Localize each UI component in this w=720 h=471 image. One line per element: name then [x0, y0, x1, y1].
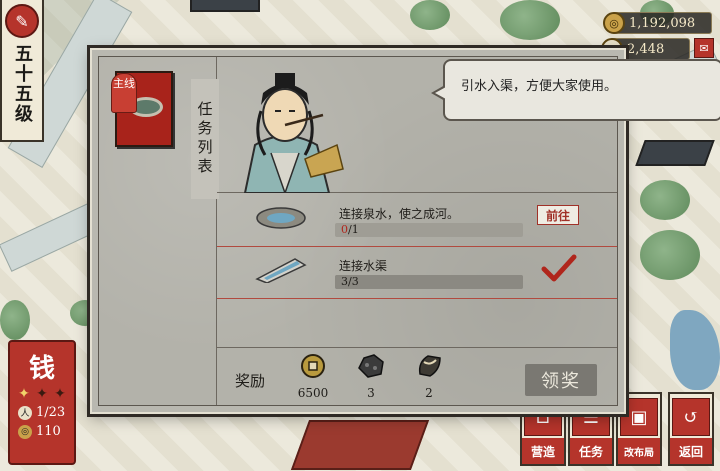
gold-row: ◎ 110: [10, 424, 74, 439]
main-quest-tag: 主线: [111, 73, 137, 113]
back-label: 返回: [670, 438, 712, 464]
claim-reward-button[interactable]: 领奖: [525, 364, 597, 396]
coin-icon: ◎: [603, 12, 625, 34]
task-name: 连接泉水，使之成河。: [339, 207, 460, 221]
leaf-bundle-icon: [418, 355, 441, 377]
reward-item: 3: [351, 352, 391, 400]
reward-item: 6500: [293, 352, 333, 400]
rewards-section: 奖励 6500 3 2 领奖: [217, 347, 617, 409]
star-icon: ✦: [36, 386, 48, 402]
coin-icon: [301, 354, 325, 378]
go-button[interactable]: 前往: [537, 205, 579, 225]
task-name: 连接水渠: [339, 259, 388, 273]
npc-speech-bubble: 引水入渠，方便大家使用。: [431, 59, 720, 121]
spring-icon: [256, 207, 306, 229]
reward-value: 2: [425, 386, 433, 400]
star-icon: ✦: [18, 386, 30, 402]
coins-counter: ◎ 1,192,098: [603, 12, 712, 34]
build-label: 营造: [522, 438, 564, 464]
back-button[interactable]: ↺ 返回: [668, 392, 714, 466]
money-title: 钱: [28, 354, 55, 384]
reward-value: 6500: [297, 386, 329, 400]
reward-item: 2: [409, 352, 449, 400]
task-progress: 3/3: [335, 275, 523, 289]
task-progress-text: 0/1: [341, 223, 359, 236]
task-total: 3: [351, 275, 359, 288]
task-progress: 0/1: [335, 223, 523, 237]
quest-list-label: 任务列表: [191, 79, 219, 199]
coins-value: 1,192,098: [629, 15, 696, 31]
task-current: 0: [341, 223, 348, 236]
task-list: 连接泉水，使之成河。 0/1 前往 连接水渠 3/3: [217, 193, 617, 303]
money-stars: ✦ ✦ ✦: [10, 387, 74, 401]
back-icon: ↺: [672, 398, 710, 436]
npc-portrait: [243, 73, 344, 193]
player-level: 五十五级: [12, 44, 33, 124]
task-row: 连接泉水，使之成河。 0/1 前往: [217, 197, 617, 247]
gold-icon: ◎: [18, 424, 32, 439]
workers-row: 人 1/23: [10, 405, 74, 420]
brush-icon[interactable]: ✎: [5, 4, 39, 38]
player-level-badge[interactable]: ✎ 五十五级: [0, 0, 44, 142]
ore-icon: [358, 354, 384, 378]
worker-icon: 人: [18, 405, 32, 420]
quest-dialog-body: 主线 任务列表 引水入渠，方便大家使用。 连接泉水，使之成河。 0/1 前往 连…: [98, 56, 720, 409]
quest-dialog: 主线 任务列表 引水入渠，方便大家使用。 连接泉水，使之成河。 0/1 前往 连…: [90, 48, 720, 414]
task-label: 任务: [570, 438, 612, 464]
task-progress-fill: [335, 275, 523, 289]
checkmark-icon: [541, 254, 577, 282]
fame-value: 2,448: [627, 41, 665, 57]
task-progress-text: 3/3: [341, 275, 359, 288]
workers-value: 1/23: [36, 405, 66, 420]
gold-value: 110: [36, 424, 61, 439]
money-panel[interactable]: 钱 ✦ ✦ ✦ 人 1/23 ◎ 110: [8, 340, 76, 465]
star-icon: ✦: [54, 386, 66, 402]
npc-area: 引水入渠，方便大家使用。: [217, 57, 720, 193]
rewards-label: 奖励: [235, 372, 266, 390]
reward-value: 3: [367, 386, 375, 400]
layout-label: 改布局: [618, 438, 660, 464]
mail-icon[interactable]: ✉: [694, 38, 714, 58]
canal-icon: [255, 258, 307, 283]
task-total: 1: [351, 223, 359, 236]
task-row: 连接水渠 3/3: [217, 249, 617, 299]
task-current: 3: [341, 275, 348, 288]
